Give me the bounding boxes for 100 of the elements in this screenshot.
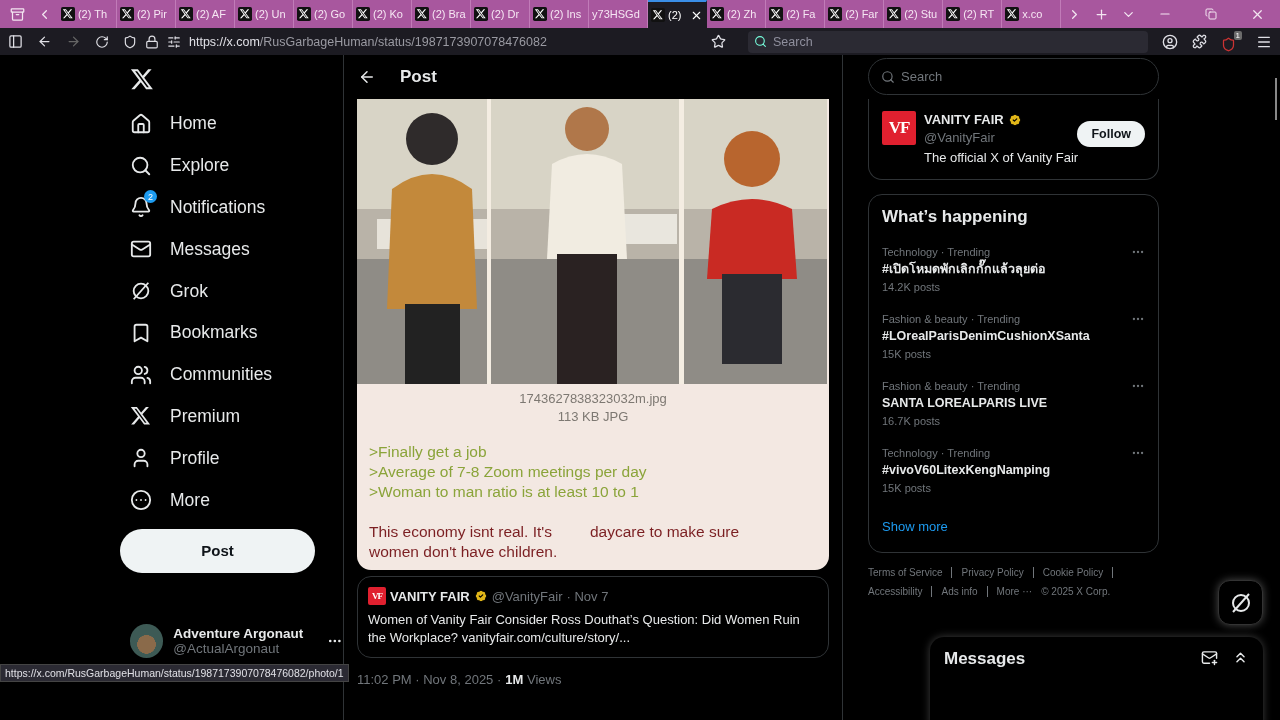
post-count: 16.7K posts — [882, 414, 942, 429]
post-image[interactable] — [357, 99, 829, 570]
footer-link[interactable]: More ··· — [996, 586, 1033, 597]
search-icon — [130, 154, 152, 177]
greentext-line: >Average of 7-8 Zoom meetings per day — [369, 462, 648, 482]
footer-link[interactable]: Accessibility — [868, 586, 933, 597]
search-field[interactable]: Search — [748, 30, 1148, 53]
show-more-link[interactable]: Show more — [882, 519, 948, 534]
back-icon[interactable] — [358, 68, 376, 86]
account-handle: @VanityFair — [924, 130, 995, 145]
slashed-circle-icon — [130, 280, 152, 303]
quoted-post[interactable]: VF VANITY FAIR @VanityFair · Nov 7 Women of Vanity Fair Consider Ross Douthat’s Question: Did Women Ruin the Workplace? vanityfair.com/culture/story/... — [357, 576, 829, 658]
messages-drawer[interactable]: Messages — [930, 637, 1263, 720]
extensions-icon[interactable] — [1192, 34, 1207, 49]
trend-name[interactable]: #เปิดโหมดพักเลิกกั๊กแล้วลุยต่อ — [882, 260, 1046, 278]
nav-item[interactable]: More — [120, 479, 343, 521]
back-icon[interactable] — [37, 34, 52, 49]
x-logo-icon — [238, 7, 252, 21]
url-field[interactable]: https://x.com/RusGarbageHuman/status/1987173907078476082 — [189, 34, 547, 49]
account-handle: @ActualArgonaut — [173, 641, 281, 656]
verified-icon — [473, 589, 488, 603]
greentext-line: >Finally get a job — [369, 442, 488, 462]
x-logo-icon — [710, 7, 725, 21]
verified-icon — [1007, 113, 1022, 127]
x-logo-icon — [533, 7, 548, 21]
logo: VF — [368, 587, 386, 605]
x-logo-icon — [887, 7, 902, 21]
header-title: Post — [400, 67, 437, 87]
bell-icon — [130, 196, 152, 219]
star-icon[interactable] — [711, 34, 726, 49]
notification-badge: 2 — [144, 190, 157, 204]
trend-name[interactable]: #vivoV60LitexKengNamping — [882, 461, 1051, 479]
permissions-icon[interactable] — [167, 34, 181, 49]
account-bio: The official X of Vanity Fair — [923, 149, 1080, 167]
home-icon — [130, 112, 152, 135]
nav-item[interactable]: Communities — [120, 353, 343, 396]
sidebar-icon[interactable] — [8, 34, 23, 49]
file-name: 1743627838323032m.jpg — [518, 390, 668, 408]
x-logo-icon — [130, 405, 151, 427]
post-text: women don't have children. — [369, 542, 558, 562]
x-logo-icon — [474, 7, 489, 21]
x-logo-icon — [130, 67, 154, 91]
avatar[interactable] — [130, 624, 164, 658]
trend-name[interactable]: SANTA LOREALPARIS LIVE — [882, 394, 1048, 412]
post-time: 11:02 PM · Nov 8, 2025 · — [357, 672, 502, 687]
x-logo-icon — [178, 7, 193, 21]
search-icon — [881, 69, 895, 84]
trend-category: Fashion & beauty · Trending — [882, 379, 1022, 394]
footer-link[interactable]: Cookie Policy — [1042, 567, 1114, 578]
drawer-title: Messages — [944, 649, 1026, 669]
nav-item[interactable]: Home — [120, 103, 343, 145]
nav-item[interactable]: Profile — [120, 437, 343, 480]
footer-link[interactable]: Privacy Policy — [961, 567, 1034, 578]
nav-item[interactable]: Premium — [120, 395, 343, 438]
post-date: · Nov 7 — [566, 588, 609, 604]
x-logo-icon — [1005, 7, 1020, 21]
grok-button[interactable] — [1218, 580, 1263, 625]
x-logo-icon — [119, 7, 134, 21]
nav-item[interactable]: 2 Notifications — [120, 186, 343, 229]
x-logo-icon — [769, 7, 784, 21]
link[interactable]: vanityfair.com/culture/story/... — [461, 630, 631, 645]
greentext-line: >Woman to man ratio is at least 10 to 1 — [369, 482, 640, 502]
account-name: VANITY FAIR — [924, 111, 1004, 129]
trend-category: Technology · Trending — [882, 446, 992, 461]
logo: VF — [882, 111, 916, 145]
shield-icon[interactable] — [123, 34, 137, 49]
author-name: VANITY FAIR — [390, 588, 470, 604]
quote-text: Women of Vanity Fair Consider Ross Douthat’s Question: Did Women Ruin the Workplace? vanityfair.com/culture/story/... — [368, 611, 801, 647]
search-icon — [754, 35, 767, 48]
footer-link[interactable]: Ads info — [941, 586, 988, 597]
people-icon — [130, 363, 152, 386]
lock-icon[interactable] — [145, 34, 159, 49]
post-button[interactable]: Post — [120, 528, 315, 573]
author-handle: @VanityFair — [491, 588, 563, 604]
account-icon[interactable] — [1162, 33, 1178, 50]
copyright: © 2025 X Corp. — [1041, 586, 1111, 597]
nav-item[interactable]: Messages — [120, 228, 343, 271]
post-count: 15K posts — [882, 347, 932, 362]
trend-name[interactable]: #LOrealParisDenimCushionXSanta — [882, 327, 1090, 345]
nav-item[interactable]: Explore — [120, 144, 343, 187]
x-logo-icon — [356, 7, 370, 21]
nav-item[interactable]: Bookmarks — [120, 312, 343, 354]
post-text: This economy isnt real. It's — [369, 522, 552, 542]
browser-tab[interactable]: (2) — [648, 0, 708, 28]
follow-button[interactable]: Follow — [1077, 121, 1145, 147]
x-logo-icon — [828, 7, 843, 21]
x-logo-icon — [946, 7, 961, 21]
post-text: daycare to make sure — [590, 522, 740, 542]
post-count: 14.2K posts — [882, 280, 942, 295]
post-count: 15K posts — [882, 481, 932, 496]
x-logo-icon — [297, 7, 311, 21]
view-count: 1M Views — [505, 672, 562, 687]
forward-icon[interactable] — [66, 34, 81, 49]
x-logo-icon — [651, 8, 666, 22]
file-size: 113 KB JPG — [556, 408, 630, 426]
status-url-tooltip: https://x.com/RusGarbageHuman/status/1987173907078476082/photo/1 — [0, 664, 349, 682]
reload-icon[interactable] — [95, 34, 109, 49]
nav-item[interactable]: Grok — [120, 270, 343, 312]
footer-link[interactable]: Terms of Service — [868, 567, 953, 578]
new-message-icon[interactable] — [1201, 649, 1218, 666]
